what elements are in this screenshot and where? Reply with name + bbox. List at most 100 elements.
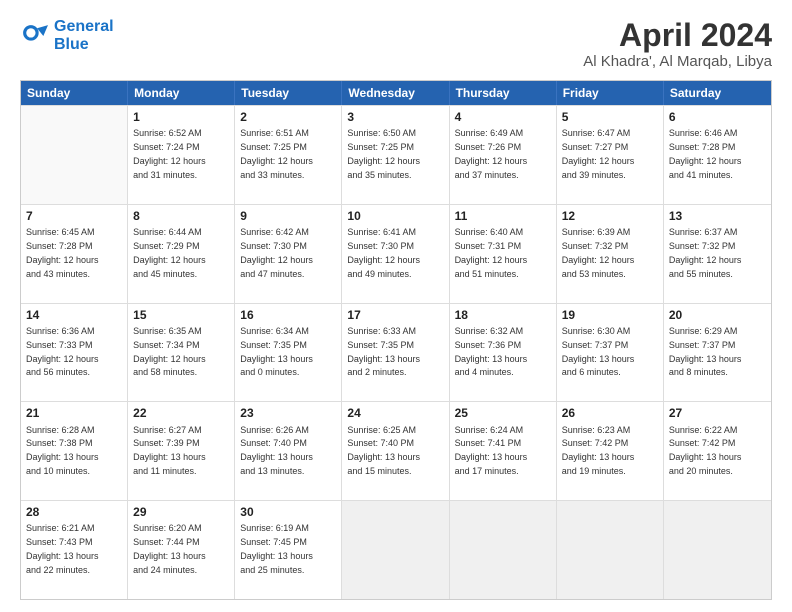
calendar-cell: 15 Sunrise: 6:35 AM Sunset: 7:34 PM Dayli… — [128, 304, 235, 402]
day-number: 3 — [347, 109, 443, 125]
day-number: 28 — [26, 504, 122, 520]
cell-details: Sunrise: 6:39 AM Sunset: 7:32 PM Dayligh… — [562, 227, 635, 278]
day-number: 1 — [133, 109, 229, 125]
day-number: 7 — [26, 208, 122, 224]
logo-line1: General — [54, 18, 114, 35]
day-number: 17 — [347, 307, 443, 323]
calendar-cell: 11 Sunrise: 6:40 AM Sunset: 7:31 PM Dayli… — [450, 205, 557, 303]
logo: General Blue — [20, 18, 114, 53]
calendar-header: SundayMondayTuesdayWednesdayThursdayFrid… — [21, 81, 771, 105]
day-number: 15 — [133, 307, 229, 323]
calendar-row: 1 Sunrise: 6:52 AM Sunset: 7:24 PM Daylig… — [21, 105, 771, 204]
calendar-cell: 18Sunrise: 6:32 AM Sunset: 7:36 PM Dayli… — [450, 304, 557, 402]
calendar-cell: 5 Sunrise: 6:47 AM Sunset: 7:27 PM Daylig… — [557, 106, 664, 204]
cell-details: Sunrise: 6:34 AM Sunset: 7:35 PM Dayligh… — [240, 326, 313, 377]
day-number: 6 — [669, 109, 766, 125]
cell-details: Sunrise: 6:30 AM Sunset: 7:37 PM Dayligh… — [562, 326, 635, 377]
calendar: SundayMondayTuesdayWednesdayThursdayFrid… — [20, 80, 772, 600]
cell-details: Sunrise: 6:27 AM Sunset: 7:39 PM Dayligh… — [133, 425, 206, 476]
calendar-cell — [557, 501, 664, 599]
calendar-cell: 21Sunrise: 6:28 AM Sunset: 7:38 PM Dayli… — [21, 402, 128, 500]
day-number: 27 — [669, 405, 766, 421]
cell-details: Sunrise: 6:19 AM Sunset: 7:45 PM Dayligh… — [240, 523, 313, 574]
cell-details: Sunrise: 6:33 AM Sunset: 7:35 PM Dayligh… — [347, 326, 420, 377]
cell-details: Sunrise: 6:35 AM Sunset: 7:34 PM Dayligh… — [133, 326, 206, 377]
cell-details: Sunrise: 6:47 AM Sunset: 7:27 PM Dayligh… — [562, 128, 635, 179]
day-number: 25 — [455, 405, 551, 421]
weekday-header: Tuesday — [235, 81, 342, 105]
calendar-row: 7 Sunrise: 6:45 AM Sunset: 7:28 PM Daylig… — [21, 204, 771, 303]
day-number: 5 — [562, 109, 658, 125]
calendar-cell: 9 Sunrise: 6:42 AM Sunset: 7:30 PM Daylig… — [235, 205, 342, 303]
calendar-cell: 14Sunrise: 6:36 AM Sunset: 7:33 PM Dayli… — [21, 304, 128, 402]
cell-details: Sunrise: 6:50 AM Sunset: 7:25 PM Dayligh… — [347, 128, 420, 179]
weekday-header: Friday — [557, 81, 664, 105]
cell-details: Sunrise: 6:28 AM Sunset: 7:38 PM Dayligh… — [26, 425, 99, 476]
calendar-cell: 7 Sunrise: 6:45 AM Sunset: 7:28 PM Daylig… — [21, 205, 128, 303]
cell-details: Sunrise: 6:41 AM Sunset: 7:30 PM Dayligh… — [347, 227, 420, 278]
cell-details: Sunrise: 6:24 AM Sunset: 7:41 PM Dayligh… — [455, 425, 528, 476]
day-number: 10 — [347, 208, 443, 224]
cell-details: Sunrise: 6:29 AM Sunset: 7:37 PM Dayligh… — [669, 326, 742, 377]
calendar-cell: 2 Sunrise: 6:51 AM Sunset: 7:25 PM Daylig… — [235, 106, 342, 204]
weekday-header: Wednesday — [342, 81, 449, 105]
title-block: April 2024 Al Khadra', Al Marqab, Libya — [583, 18, 772, 70]
day-number: 19 — [562, 307, 658, 323]
calendar-cell: 25 Sunrise: 6:24 AM Sunset: 7:41 PM Dayli… — [450, 402, 557, 500]
cell-details: Sunrise: 6:22 AM Sunset: 7:42 PM Dayligh… — [669, 425, 742, 476]
calendar-row: 14Sunrise: 6:36 AM Sunset: 7:33 PM Dayli… — [21, 303, 771, 402]
day-number: 9 — [240, 208, 336, 224]
calendar-cell — [450, 501, 557, 599]
calendar-cell: 30 Sunrise: 6:19 AM Sunset: 7:45 PM Dayli… — [235, 501, 342, 599]
cell-details: Sunrise: 6:42 AM Sunset: 7:30 PM Dayligh… — [240, 227, 313, 278]
calendar-cell: 13 Sunrise: 6:37 AM Sunset: 7:32 PM Dayli… — [664, 205, 771, 303]
cell-details: Sunrise: 6:51 AM Sunset: 7:25 PM Dayligh… — [240, 128, 313, 179]
calendar-cell: 3 Sunrise: 6:50 AM Sunset: 7:25 PM Daylig… — [342, 106, 449, 204]
weekday-header: Saturday — [664, 81, 771, 105]
calendar-cell: 22 Sunrise: 6:27 AM Sunset: 7:39 PM Dayli… — [128, 402, 235, 500]
cell-details: Sunrise: 6:45 AM Sunset: 7:28 PM Dayligh… — [26, 227, 99, 278]
calendar-cell: 1 Sunrise: 6:52 AM Sunset: 7:24 PM Daylig… — [128, 106, 235, 204]
header: General Blue April 2024 Al Khadra', Al M… — [20, 18, 772, 70]
main-title: April 2024 — [583, 18, 772, 53]
day-number: 29 — [133, 504, 229, 520]
day-number: 22 — [133, 405, 229, 421]
calendar-cell: 17 Sunrise: 6:33 AM Sunset: 7:35 PM Dayli… — [342, 304, 449, 402]
cell-details: Sunrise: 6:44 AM Sunset: 7:29 PM Dayligh… — [133, 227, 206, 278]
day-number: 20 — [669, 307, 766, 323]
cell-details: Sunrise: 6:40 AM Sunset: 7:31 PM Dayligh… — [455, 227, 528, 278]
day-number: 24 — [347, 405, 443, 421]
day-number: 8 — [133, 208, 229, 224]
day-number: 11 — [455, 208, 551, 224]
page: General Blue April 2024 Al Khadra', Al M… — [0, 0, 792, 612]
subtitle: Al Khadra', Al Marqab, Libya — [583, 53, 772, 70]
day-number: 2 — [240, 109, 336, 125]
cell-details: Sunrise: 6:46 AM Sunset: 7:28 PM Dayligh… — [669, 128, 742, 179]
day-number: 30 — [240, 504, 336, 520]
calendar-cell: 24 Sunrise: 6:25 AM Sunset: 7:40 PM Dayli… — [342, 402, 449, 500]
calendar-cell: 20 Sunrise: 6:29 AM Sunset: 7:37 PM Dayli… — [664, 304, 771, 402]
logo-line2: Blue — [54, 36, 89, 53]
calendar-row: 21Sunrise: 6:28 AM Sunset: 7:38 PM Dayli… — [21, 401, 771, 500]
day-number: 13 — [669, 208, 766, 224]
calendar-cell: 16Sunrise: 6:34 AM Sunset: 7:35 PM Dayli… — [235, 304, 342, 402]
weekday-header: Thursday — [450, 81, 557, 105]
cell-details: Sunrise: 6:20 AM Sunset: 7:44 PM Dayligh… — [133, 523, 206, 574]
calendar-cell: 27 Sunrise: 6:22 AM Sunset: 7:42 PM Dayli… — [664, 402, 771, 500]
cell-details: Sunrise: 6:32 AM Sunset: 7:36 PM Dayligh… — [455, 326, 528, 377]
calendar-cell: 4Sunrise: 6:49 AM Sunset: 7:26 PM Daylig… — [450, 106, 557, 204]
cell-details: Sunrise: 6:37 AM Sunset: 7:32 PM Dayligh… — [669, 227, 742, 278]
day-number: 14 — [26, 307, 122, 323]
day-number: 4 — [455, 109, 551, 125]
calendar-cell — [21, 106, 128, 204]
calendar-cell: 10 Sunrise: 6:41 AM Sunset: 7:30 PM Dayli… — [342, 205, 449, 303]
calendar-cell: 8 Sunrise: 6:44 AM Sunset: 7:29 PM Daylig… — [128, 205, 235, 303]
cell-details: Sunrise: 6:25 AM Sunset: 7:40 PM Dayligh… — [347, 425, 420, 476]
calendar-cell: 12Sunrise: 6:39 AM Sunset: 7:32 PM Dayli… — [557, 205, 664, 303]
cell-details: Sunrise: 6:52 AM Sunset: 7:24 PM Dayligh… — [133, 128, 206, 179]
calendar-cell: 29 Sunrise: 6:20 AM Sunset: 7:44 PM Dayli… — [128, 501, 235, 599]
logo-icon — [20, 22, 48, 50]
calendar-cell: 26Sunrise: 6:23 AM Sunset: 7:42 PM Dayli… — [557, 402, 664, 500]
cell-details: Sunrise: 6:26 AM Sunset: 7:40 PM Dayligh… — [240, 425, 313, 476]
calendar-cell — [342, 501, 449, 599]
